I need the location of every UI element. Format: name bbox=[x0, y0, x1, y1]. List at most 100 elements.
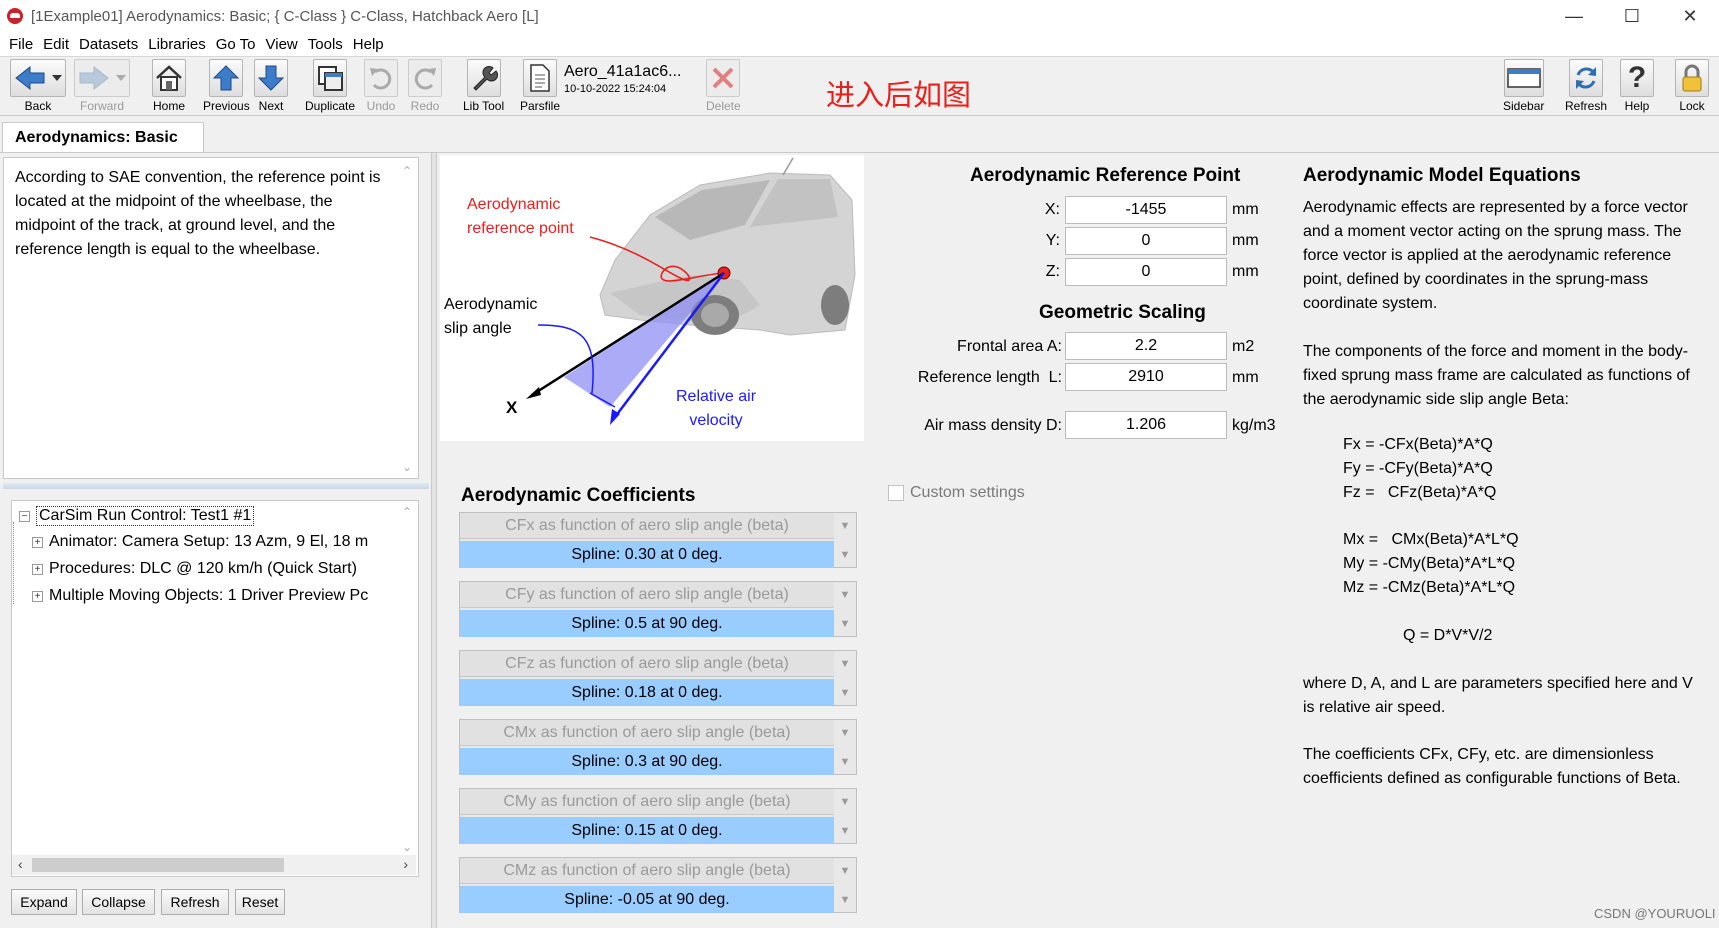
scroll-down-icon[interactable]: ⌄ bbox=[402, 460, 412, 474]
dropdown-arrow-icon[interactable]: ▼ bbox=[834, 720, 856, 746]
undo-button[interactable]: Undo bbox=[364, 59, 398, 115]
z-field[interactable]: 0 bbox=[1065, 258, 1227, 286]
ref-point-title: Aerodynamic Reference Point bbox=[970, 165, 1241, 186]
menu-view[interactable]: View bbox=[261, 36, 303, 53]
dropdown-arrow-icon[interactable]: ▼ bbox=[834, 749, 856, 775]
reset-button[interactable]: Reset bbox=[235, 889, 285, 915]
lock-button[interactable]: Lock bbox=[1675, 59, 1709, 115]
cfz-function-dropdown[interactable]: CFz as function of aero slip angle (beta… bbox=[460, 651, 834, 677]
undo-icon bbox=[364, 59, 398, 97]
cfx-function-dropdown[interactable]: CFx as function of aero slip angle (beta… bbox=[460, 513, 834, 539]
cfz-value-dropdown[interactable]: Spline: 0.18 at 0 deg. bbox=[460, 679, 834, 706]
coefficients-title: Aerodynamic Coefficients bbox=[461, 485, 696, 506]
refresh-button[interactable]: Refresh bbox=[1565, 59, 1607, 115]
question-mark-icon: ? bbox=[1620, 59, 1654, 97]
tree-refresh-button[interactable]: Refresh bbox=[161, 889, 229, 915]
x-field[interactable]: -1455 bbox=[1065, 196, 1227, 224]
cmx-value-dropdown[interactable]: Spline: 0.3 at 90 deg. bbox=[460, 748, 834, 775]
figure-label-x: X bbox=[506, 398, 518, 417]
area-label: Frontal area A: bbox=[957, 338, 1062, 355]
menu-libraries[interactable]: Libraries bbox=[143, 36, 211, 53]
figure-label-slip: Aerodynamic slip angle bbox=[444, 293, 537, 341]
tree-item[interactable]: + Procedures: DLC @ 120 km/h (Quick Star… bbox=[32, 557, 357, 581]
maximize-icon[interactable]: ☐ bbox=[1603, 0, 1661, 32]
help-button[interactable]: ? Help bbox=[1620, 59, 1654, 115]
menu-datasets[interactable]: Datasets bbox=[74, 36, 143, 53]
menu-file[interactable]: File bbox=[4, 36, 38, 53]
dropdown-arrow-icon[interactable]: ▼ bbox=[834, 611, 856, 637]
tree-root[interactable]: − CarSim Run Control: Test1 #1 bbox=[19, 504, 255, 528]
watermark: CSDN @YOURUOLI bbox=[1594, 906, 1716, 921]
cmy-function-dropdown[interactable]: CMy as function of aero slip angle (beta… bbox=[460, 789, 834, 815]
next-button[interactable]: Next bbox=[254, 59, 288, 115]
delete-x-icon bbox=[706, 59, 741, 97]
custom-settings-checkbox[interactable] bbox=[888, 485, 904, 501]
expand-button[interactable]: Expand bbox=[11, 889, 77, 915]
reference-length-field[interactable]: 2910 bbox=[1065, 363, 1227, 391]
lib-tool-button[interactable]: Lib Tool bbox=[463, 59, 504, 115]
dropdown-arrow-icon[interactable]: ▼ bbox=[834, 887, 856, 913]
tree-scroll-up-icon[interactable]: ⌃ bbox=[402, 505, 412, 519]
tree-scroll-down-icon[interactable]: ⌄ bbox=[402, 840, 412, 854]
dropdown-arrow-icon[interactable]: ▼ bbox=[834, 582, 856, 608]
menu-goto[interactable]: Go To bbox=[211, 36, 261, 53]
duplicate-button[interactable]: Duplicate bbox=[305, 59, 355, 115]
y-field[interactable]: 0 bbox=[1065, 227, 1227, 255]
previous-button[interactable]: Previous bbox=[203, 59, 250, 115]
cmy-value-dropdown[interactable]: Spline: 0.15 at 0 deg. bbox=[460, 817, 834, 844]
tree-item[interactable]: + Multiple Moving Objects: 1 Driver Prev… bbox=[32, 584, 396, 608]
pane-splitter[interactable] bbox=[3, 483, 429, 489]
equations-paragraph-1: Aerodynamic effects are represented by a… bbox=[1303, 199, 1688, 312]
menu-tools[interactable]: Tools bbox=[303, 36, 348, 53]
dropdown-arrow-icon[interactable]: ▼ bbox=[834, 858, 856, 884]
z-label: Z: bbox=[1045, 263, 1060, 280]
dropdown-arrow-icon[interactable]: ▼ bbox=[834, 651, 856, 677]
cmz-value-dropdown[interactable]: Spline: -0.05 at 90 deg. bbox=[460, 886, 834, 913]
tab-aerodynamics-basic[interactable]: Aerodynamics: Basic bbox=[2, 122, 204, 153]
forward-button[interactable]: Forward bbox=[74, 59, 130, 115]
equation-fy: Fy = -CFy(Beta)*A*Q bbox=[1343, 460, 1493, 477]
close-icon[interactable]: ✕ bbox=[1661, 0, 1719, 32]
tree-item[interactable]: + Animator: Camera Setup: 13 Azm, 9 El, … bbox=[32, 530, 368, 554]
figure-label-ref-line1: Aerodynamic bbox=[467, 196, 561, 213]
sidebar-button[interactable]: Sidebar bbox=[1503, 59, 1544, 115]
tree-hscrollbar[interactable]: ‹ › bbox=[12, 855, 416, 875]
delete-button[interactable]: Delete bbox=[706, 59, 741, 115]
description-panel: According to SAE convention, the referen… bbox=[3, 157, 419, 479]
collapse-button[interactable]: Collapse bbox=[82, 889, 155, 915]
tab-divider bbox=[0, 152, 1719, 153]
cfx-value-dropdown[interactable]: Spline: 0.30 at 0 deg. bbox=[460, 541, 834, 568]
home-button[interactable]: Home bbox=[152, 59, 186, 115]
air-density-field[interactable]: 1.206 bbox=[1065, 411, 1227, 439]
cmx-function-dropdown[interactable]: CMx as function of aero slip angle (beta… bbox=[460, 720, 834, 746]
density-unit: kg/m3 bbox=[1232, 417, 1276, 434]
dropdown-arrow-icon[interactable]: ▼ bbox=[834, 789, 856, 815]
minimize-icon[interactable]: — bbox=[1545, 0, 1603, 32]
tree-root-label: CarSim Run Control: Test1 #1 bbox=[36, 506, 255, 526]
length-unit: mm bbox=[1232, 369, 1259, 386]
parsfile-button[interactable]: Parsfile bbox=[520, 59, 560, 115]
scroll-up-icon[interactable]: ⌃ bbox=[402, 164, 412, 178]
expand-icon[interactable]: + bbox=[32, 536, 43, 548]
cfy-function-dropdown[interactable]: CFy as function of aero slip angle (beta… bbox=[460, 582, 834, 608]
dropdown-arrow-icon[interactable]: ▼ bbox=[834, 542, 856, 568]
equations-paragraph-2: The components of the force and moment i… bbox=[1303, 343, 1690, 408]
collapse-icon[interactable]: − bbox=[19, 510, 30, 522]
scroll-left-icon[interactable]: ‹ bbox=[18, 856, 23, 872]
dropdown-arrow-icon[interactable]: ▼ bbox=[834, 513, 856, 539]
x-unit: mm bbox=[1232, 201, 1259, 218]
cmz-function-dropdown[interactable]: CMz as function of aero slip angle (beta… bbox=[460, 858, 834, 884]
dropdown-arrow-icon[interactable]: ▼ bbox=[834, 818, 856, 844]
cfy-value-dropdown[interactable]: Spline: 0.5 at 90 deg. bbox=[460, 610, 834, 637]
equation-mx: Mx = CMx(Beta)*A*L*Q bbox=[1343, 531, 1519, 548]
menu-edit[interactable]: Edit bbox=[38, 36, 74, 53]
scroll-right-icon[interactable]: › bbox=[403, 856, 408, 872]
frontal-area-field[interactable]: 2.2 bbox=[1065, 332, 1227, 360]
back-button[interactable]: Back bbox=[10, 59, 66, 115]
scroll-thumb[interactable] bbox=[32, 858, 284, 872]
redo-button[interactable]: Redo bbox=[408, 59, 442, 115]
dropdown-arrow-icon[interactable]: ▼ bbox=[834, 680, 856, 706]
menu-help[interactable]: Help bbox=[348, 36, 389, 53]
expand-icon[interactable]: + bbox=[32, 590, 43, 602]
expand-icon[interactable]: + bbox=[32, 563, 43, 575]
